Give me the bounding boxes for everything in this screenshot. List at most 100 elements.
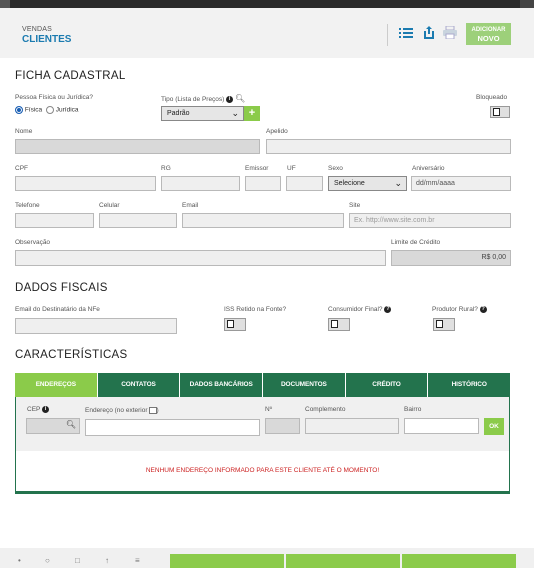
section-title-caracteristicas: CARACTERÍSTICAS: [15, 349, 128, 361]
radio-fisica[interactable]: [15, 106, 23, 114]
panel-bottom-border: [15, 491, 510, 494]
email-input[interactable]: [182, 213, 344, 228]
nome-label: Nome: [15, 128, 33, 135]
iss-toggle[interactable]: [224, 318, 246, 331]
site-placeholder: Ex. http://www.site.com.br: [354, 217, 435, 224]
info-icon[interactable]: i: [42, 406, 50, 413]
radio-juridica[interactable]: [45, 106, 54, 114]
add-new-button[interactable]: ADICIONAR NOVO: [466, 23, 511, 45]
cep-label-text: CEP: [27, 406, 41, 414]
apelido-input[interactable]: [266, 139, 511, 154]
breadcrumb-module: VENDAS: [22, 26, 52, 33]
tab-dados-bancarios[interactable]: DADOS BANCÁRIOS: [179, 373, 262, 397]
bloqueado-label: Bloqueado: [476, 94, 508, 101]
sexo-select-value: Selecione: [334, 180, 365, 187]
search-icon[interactable]: 🔍︎: [235, 94, 245, 103]
emissor-input[interactable]: [245, 176, 281, 191]
info-icon[interactable]: i: [226, 95, 234, 103]
section-title-fiscais: DADOS FISCAIS: [15, 282, 108, 294]
produtor-label-text: Produtor Rural?: [432, 306, 478, 314]
toggle-knob: [493, 108, 500, 116]
header-divider: [387, 24, 388, 46]
produtor-label: Produtor Rural? ?: [432, 306, 487, 313]
tipo-select[interactable]: Padrão ⌄: [161, 106, 244, 121]
tab-documentos[interactable]: DOCUMENTOS: [262, 373, 345, 397]
toggle-knob: [331, 320, 338, 328]
tab-contatos[interactable]: CONTATOS: [96, 373, 180, 397]
tipo-label-text: Tipo (Lista de Preços): [161, 96, 225, 103]
footer-icon-3[interactable]: □: [75, 556, 80, 565]
top-bar-accent: [0, 0, 10, 8]
numero-input[interactable]: [265, 418, 300, 434]
footer-action-button-2[interactable]: [286, 554, 400, 568]
radio-fisica-label: Física: [24, 106, 43, 114]
section-title-ficha: FICHA CADASTRAL: [15, 70, 126, 82]
celular-input[interactable]: [99, 213, 177, 228]
tab-enderecos[interactable]: ENDEREÇOS: [15, 373, 97, 397]
cpf-input[interactable]: [15, 176, 156, 191]
produtor-toggle[interactable]: [433, 318, 455, 331]
telefone-input[interactable]: [15, 213, 94, 228]
tipo-select-value: Padrão: [167, 110, 190, 117]
aniversario-placeholder: dd/mm/aaaa: [416, 180, 455, 187]
bairro-input[interactable]: [404, 418, 479, 434]
tipo-label: Tipo (Lista de Preços) i 🔍︎: [161, 94, 245, 103]
iss-label: ISS Retido na Fonte?: [224, 306, 287, 313]
email-label: Email: [182, 202, 199, 209]
aniversario-label: Aniversário: [412, 165, 445, 172]
sexo-label: Sexo: [328, 165, 343, 172]
consumidor-toggle[interactable]: [328, 318, 350, 331]
tab-historico[interactable]: HISTÓRICO: [427, 373, 510, 397]
nome-input[interactable]: [15, 139, 260, 154]
consumidor-label-text: Consumidor Final?: [328, 306, 383, 314]
aniversario-input[interactable]: dd/mm/aaaa: [411, 176, 511, 191]
info-icon[interactable]: ?: [384, 306, 392, 313]
complemento-label: Complemento: [305, 406, 346, 413]
checkbox-icon[interactable]: [148, 407, 157, 414]
export-icon[interactable]: [423, 26, 435, 44]
observacao-input[interactable]: [15, 250, 386, 266]
footer-action-button-3[interactable]: [402, 554, 516, 568]
footer-action-button-1[interactable]: [170, 554, 284, 568]
limite-label: Limite de Crédito: [391, 239, 441, 246]
tab-credito[interactable]: CRÉDITO: [344, 373, 428, 397]
chevron-down-icon: ⌄: [394, 178, 402, 188]
limite-input[interactable]: R$ 0,00: [391, 250, 511, 266]
cep-input[interactable]: 🔍︎: [26, 418, 80, 434]
search-icon[interactable]: 🔍︎: [66, 420, 76, 429]
characteristics-tabs: ENDEREÇOS CONTATOS DADOS BANCÁRIOS DOCUM…: [15, 373, 510, 397]
emissor-label: Emissor: [245, 165, 269, 172]
bloqueado-toggle[interactable]: [490, 106, 510, 118]
rg-label: RG: [161, 165, 171, 172]
uf-input[interactable]: [286, 176, 323, 191]
site-input[interactable]: Ex. http://www.site.com.br: [349, 213, 511, 228]
footer-icon-2[interactable]: ○: [45, 556, 50, 565]
endereco-input[interactable]: [85, 419, 260, 436]
rg-input[interactable]: [161, 176, 240, 191]
endereco-label: Endereço (no exterior): [85, 407, 159, 415]
celular-label: Celular: [99, 202, 120, 209]
add-button-line1: ADICIONAR: [471, 27, 506, 33]
top-bar-accent-right: [520, 0, 534, 8]
page-footer: • ○ □ ↑ ≡: [0, 548, 534, 568]
footer-icon-1[interactable]: •: [18, 556, 21, 565]
window-top-bar: [0, 0, 534, 8]
add-button-line2: NOVO: [477, 34, 500, 43]
radio-juridica-label: Jurídica: [55, 106, 79, 114]
print-icon[interactable]: [443, 25, 457, 44]
endereco-label-text: Endereço (no exterior: [85, 407, 148, 415]
sexo-select[interactable]: Selecione ⌄: [328, 176, 407, 191]
info-icon[interactable]: ?: [479, 306, 487, 313]
bairro-label: Bairro: [404, 406, 422, 413]
observacao-label: Observação: [15, 239, 51, 246]
email-nfe-input[interactable]: [15, 318, 177, 334]
toggle-knob: [436, 320, 443, 328]
toggle-knob: [227, 320, 234, 328]
cpf-label: CPF: [15, 165, 28, 172]
footer-icon-4[interactable]: ↑: [105, 556, 109, 565]
list-icon[interactable]: [399, 26, 413, 44]
footer-icon-5[interactable]: ≡: [135, 556, 140, 565]
plus-icon[interactable]: +: [244, 106, 260, 121]
ok-button[interactable]: OK: [484, 418, 504, 435]
complemento-input[interactable]: [305, 418, 399, 434]
